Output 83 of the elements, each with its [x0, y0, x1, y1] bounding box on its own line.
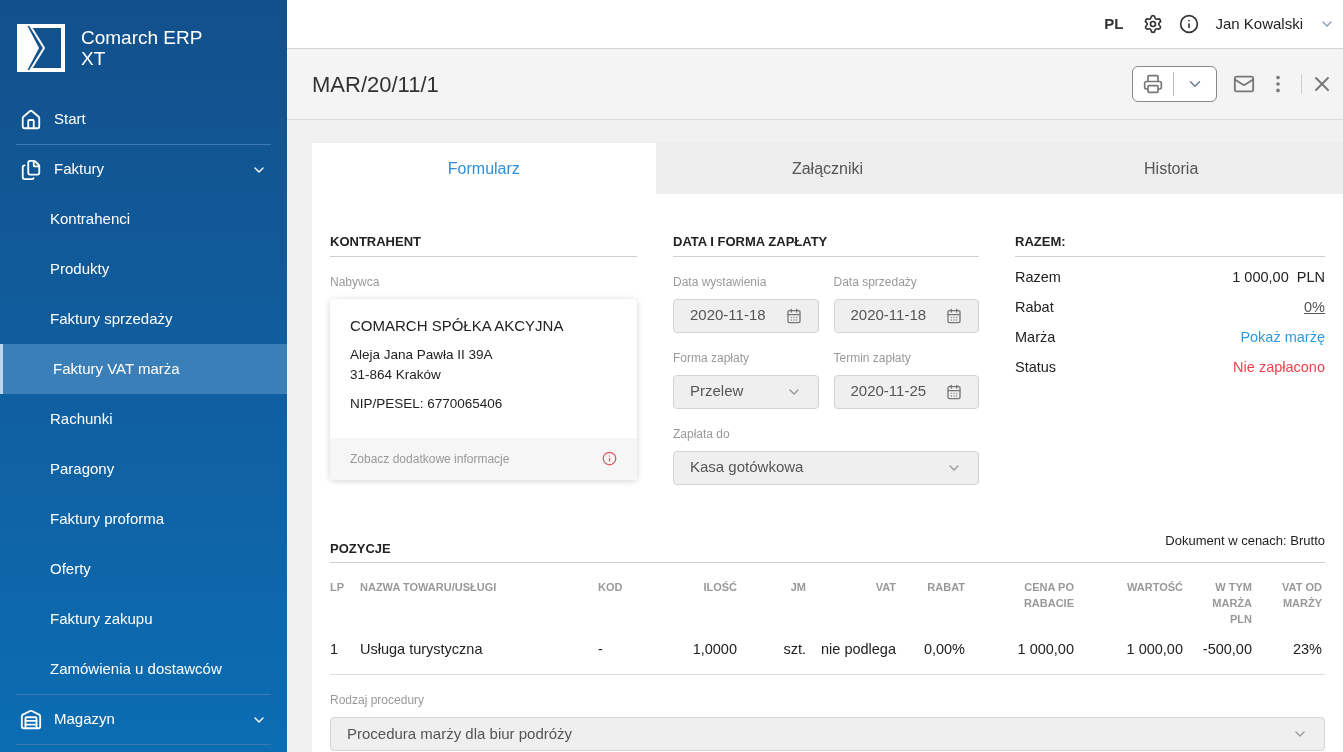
table-cell-text: -500,00: [1201, 639, 1252, 659]
column-header: JM: [789, 580, 806, 595]
section-heading: RAZEM:: [1015, 232, 1325, 257]
field-label: Rodzaj procedury: [330, 692, 426, 709]
sidebar-item[interactable]: Faktury: [16, 145, 271, 194]
tab[interactable]: Formularz: [312, 143, 656, 194]
nav-icon: [20, 708, 42, 731]
date-field[interactable]: 2020-11-18: [833, 298, 979, 333]
column-header: RABAT: [926, 580, 965, 595]
section-heading: POZYCJE: [330, 539, 391, 558]
tax-id: NIP/PESEL: 6770065406: [350, 394, 504, 413]
user-menu[interactable]: Jan Kowalski: [1215, 12, 1303, 36]
document-title: MAR/20/11/1: [312, 70, 440, 99]
summary-value[interactable]: 0%: [1304, 296, 1325, 319]
address-line: 31-864 Kraków: [350, 366, 442, 385]
summary-value: Nie zapłacono: [1233, 357, 1325, 377]
sidebar-item[interactable]: Faktury sprzedaży: [0, 294, 287, 344]
sidebar-item[interactable]: Produkty: [0, 244, 287, 294]
sidebar-item[interactable]: Faktury VAT marża: [0, 344, 287, 394]
sidebar-item[interactable]: Faktury proforma: [0, 494, 287, 544]
date-field[interactable]: 2020-11-25: [833, 374, 979, 409]
select-field[interactable]: Procedura marży dla biur podróży: [330, 717, 1325, 751]
info-icon[interactable]: [1179, 14, 1200, 34]
nav-icon: [20, 158, 42, 181]
column-header: VAT OD MARŻY: [1281, 580, 1322, 611]
field-label: Nabywca: [330, 273, 381, 291]
select-field[interactable]: Przelew: [673, 374, 819, 409]
field-label: Zapłata do: [673, 425, 731, 443]
summary-label: Marża: [1015, 327, 1056, 347]
select-field[interactable]: Kasa gotówkowa: [673, 450, 979, 485]
price-mode: Dokument w cenach: Brutto: [1165, 531, 1325, 550]
field-label: Termin zapłaty: [833, 349, 912, 367]
table-cell-text: szt.: [782, 639, 806, 659]
section-heading: KONTRAHENT: [330, 232, 637, 257]
table-cell-text: 1,0000: [691, 639, 737, 659]
column-header: VAT: [874, 580, 896, 595]
column-header: ILOŚĆ: [702, 580, 737, 595]
table-cell-text: 1: [330, 639, 340, 659]
table-cell-text: Usługa turystyczna: [360, 639, 484, 659]
summary-label: Razem: [1015, 267, 1061, 287]
calendar-icon: [785, 307, 802, 324]
field-label: Data sprzedaży: [833, 273, 918, 291]
column-header: WARTOŚĆ: [1125, 580, 1183, 595]
print-button[interactable]: [1132, 66, 1217, 102]
tab[interactable]: Załączniki: [655, 143, 1000, 194]
column-header: W TYM MARŻA PLN: [1211, 580, 1252, 625]
column-header: KOD: [598, 580, 624, 595]
mail-icon[interactable]: [1233, 73, 1255, 95]
logo-icon: [17, 23, 65, 72]
sidebar-item[interactable]: Kontrahenci: [0, 194, 287, 244]
summary-label: Status: [1015, 357, 1057, 377]
column-header: LP: [330, 580, 346, 595]
nav-icon: [20, 108, 42, 131]
address-line: Aleja Jana Pawła II 39A: [350, 346, 494, 364]
calendar-icon: [946, 307, 962, 324]
date-field[interactable]: 2020-11-18: [673, 298, 819, 333]
printer-icon: [1143, 74, 1163, 94]
sidebar-item[interactable]: Faktury zakupu: [0, 594, 287, 644]
table-cell-text: -: [598, 639, 604, 659]
summary-label: Rabat: [1015, 297, 1054, 317]
sidebar-item[interactable]: Oferty: [0, 544, 287, 594]
calendar-icon: [946, 383, 962, 400]
sidebar-item[interactable]: Magazyn: [16, 695, 271, 744]
sidebar-item[interactable]: Zamówienia u dostawców: [0, 644, 287, 694]
sidebar-item[interactable]: Start: [16, 95, 271, 144]
table-cell-text: 23%: [1291, 639, 1322, 659]
table-cell-text: 0,00%: [922, 639, 965, 659]
table-cell-text: 1 000,00: [1016, 639, 1074, 659]
table-cell-text: nie podlega: [820, 639, 896, 659]
column-header: CENA PO RABACIE: [1022, 580, 1074, 611]
contractor-name: COMARCH SPÓŁKA AKCYJNA: [350, 315, 565, 336]
section-heading: DATA I FORMA ZAPŁATY: [673, 232, 979, 257]
language-switch[interactable]: PL: [1104, 12, 1124, 36]
field-label: Data wystawienia: [673, 273, 768, 291]
field-label: Forma zapłaty: [673, 349, 751, 367]
summary-value: 1 000,00 PLN: [1232, 267, 1325, 287]
column-header: NAZWA TOWARU/USŁUGI: [360, 580, 498, 595]
tab[interactable]: Historia: [999, 143, 1343, 194]
settings-icon[interactable]: [1143, 14, 1164, 34]
sidebar-item[interactable]: Rachunki: [0, 394, 287, 444]
table-cell-text: 1 000,00: [1125, 639, 1183, 659]
sidebar-item[interactable]: Paragony: [0, 444, 287, 494]
brand-name: Comarch ERP XT: [81, 26, 204, 69]
